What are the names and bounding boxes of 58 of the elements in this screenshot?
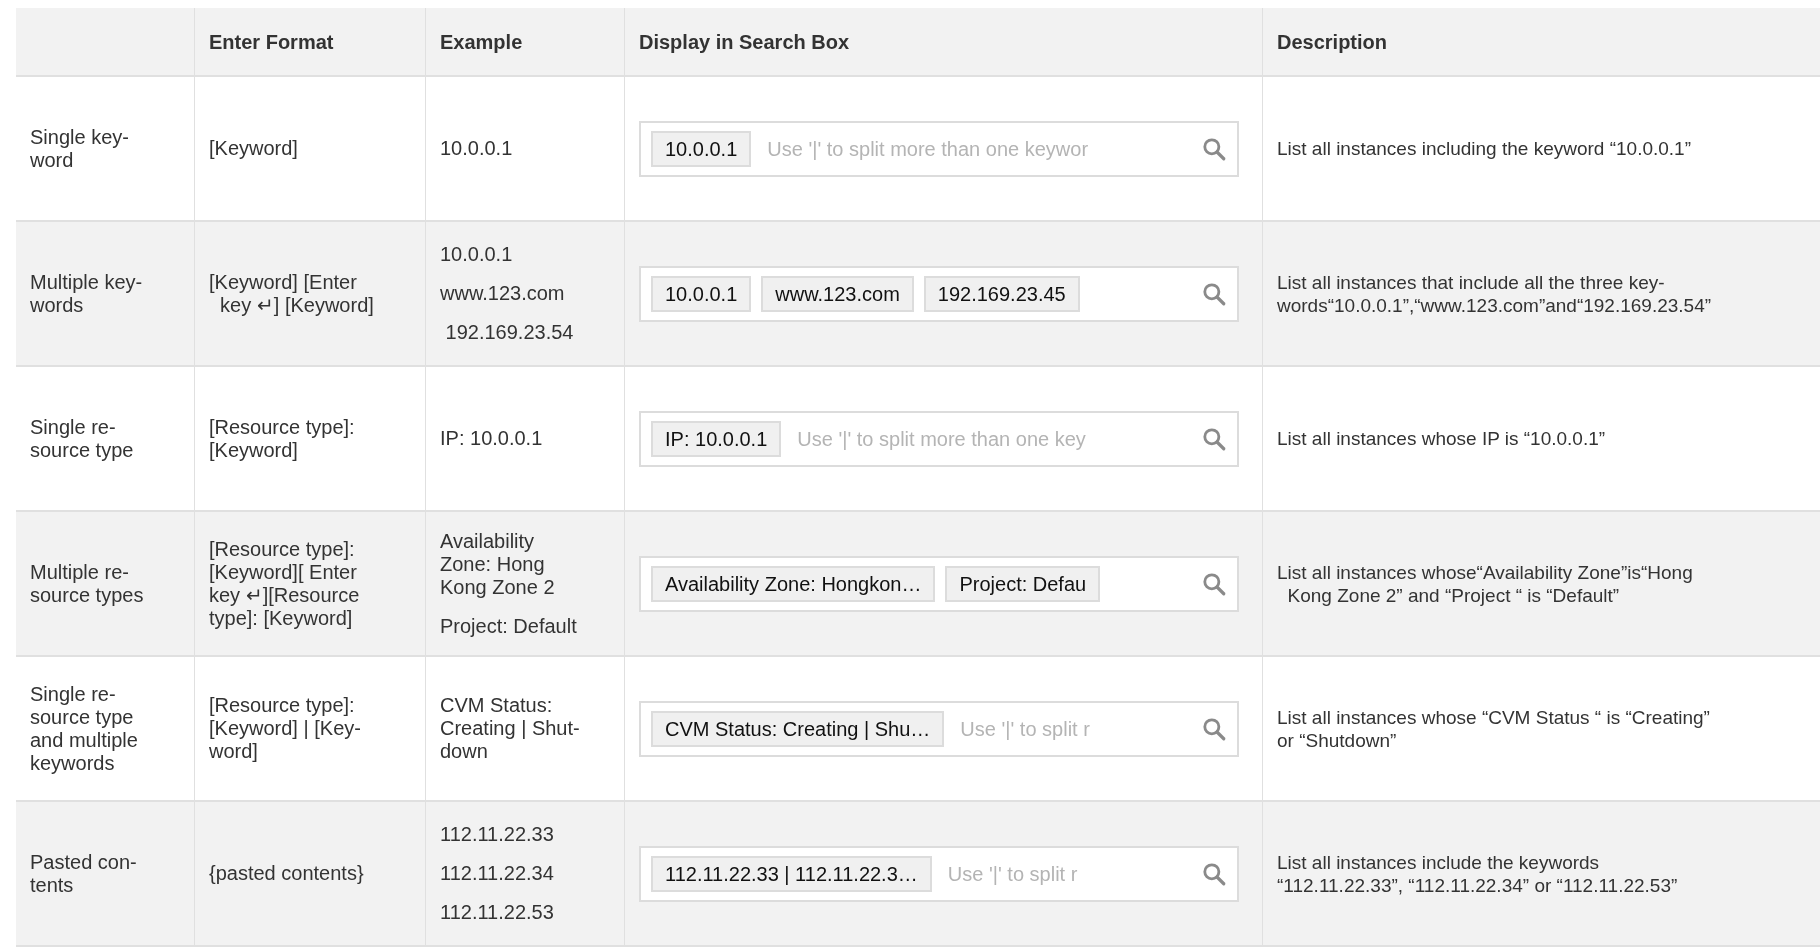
search-icon[interactable] xyxy=(1201,425,1227,452)
keyword-tag: CVM Status: Creating | Shu… xyxy=(651,710,945,747)
search-input[interactable]: Use '|' to split r xyxy=(947,858,1191,889)
table-cell: Project: Default xyxy=(440,614,577,638)
table-cell: Single re- source type xyxy=(30,415,134,462)
table-cell: Pasted con- tents xyxy=(30,850,137,897)
table-cell: www.123.com xyxy=(440,282,565,305)
search-icon[interactable] xyxy=(1201,280,1227,307)
keyword-tag: Project: Defau xyxy=(945,565,1101,602)
search-icon[interactable] xyxy=(1201,135,1227,162)
table-cell: List all instances whose“Availability Zone”is“Hong Kong Zone 2” and “Project “ is “Default” xyxy=(1277,560,1693,607)
search-field[interactable]: IP: 10.0.0.1 Use '|' to split more than one key xyxy=(639,410,1239,467)
search-field[interactable]: 112.11.22.33 | 112.11.22.3… Use '|' to split r xyxy=(639,845,1239,902)
table-cell: [Resource type]: [Keyword] xyxy=(209,415,355,462)
table-cell: Single key- word xyxy=(30,125,129,172)
table-cell: List all instances whose “CVM Status “ is “Creating” or “Shutdown” xyxy=(1277,705,1710,752)
keyword-tag: 10.0.0.1 xyxy=(651,130,752,167)
table-cell: 10.0.0.1 xyxy=(440,137,513,160)
keyword-tag: 10.0.0.1 xyxy=(651,275,752,312)
table-cell: 112.11.22.33 xyxy=(440,823,554,846)
keyword-tag: 192.169.23.45 xyxy=(923,275,1080,312)
table-cell: Multiple re- source types xyxy=(30,560,144,607)
table-cell: List all instances that include all the three key- words“10.0.0.1”,“www.123.com”and“192.169.23.54” xyxy=(1277,270,1712,317)
search-input[interactable]: Use '|' to split more than one keywor xyxy=(767,133,1191,164)
column-header: Display in Search Box xyxy=(639,29,850,55)
table-cell: [Resource type]: [Keyword][ Enter key ↵][Resource type]: [Keyword] xyxy=(209,537,360,630)
table-cell: 112.11.22.53 xyxy=(440,901,554,924)
search-field[interactable]: 10.0.0.1 www.123.com 192.169.23.45 xyxy=(639,265,1239,322)
keyword-tag: 112.11.22.33 | 112.11.22.3… xyxy=(651,855,932,892)
column-header: Enter Format xyxy=(209,29,334,55)
search-input[interactable]: Use '|' to split more than one key xyxy=(797,423,1191,454)
search-field[interactable]: Availability Zone: Hongkon… Project: Defau xyxy=(639,555,1239,612)
search-icon[interactable] xyxy=(1201,570,1227,597)
table-cell: {pasted contents} xyxy=(209,862,364,885)
table-cell: List all instances whose IP is “10.0.0.1” xyxy=(1277,427,1606,450)
table-cell-text: 192.169.23.54 xyxy=(444,321,574,344)
table-cell: IP: 10.0.0.1 xyxy=(440,427,543,450)
table-cell: 10.0.0.1 xyxy=(440,243,513,266)
table-cell: [Keyword] [Enter key ↵] [Keyword] xyxy=(209,270,374,317)
table-cell: CVM Status: Creating | Shut- down xyxy=(440,694,580,763)
table-cell: List all instances include the keywords “112.11.22.33”, “112.11.22.34” or “112.11.22.53” xyxy=(1277,850,1678,897)
search-icon[interactable] xyxy=(1201,860,1227,887)
keyword-tag: Availability Zone: Hongkon… xyxy=(651,565,936,602)
search-icon[interactable] xyxy=(1201,715,1227,742)
table-cell: 112.11.22.34 xyxy=(440,862,554,885)
search-input[interactable]: Use '|' to split r xyxy=(960,713,1191,744)
keyword-tag: IP: 10.0.0.1 xyxy=(651,420,782,457)
search-field[interactable]: CVM Status: Creating | Shu… Use '|' to split r xyxy=(639,700,1239,757)
search-field[interactable]: 10.0.0.1 Use '|' to split more than one keywor xyxy=(639,120,1239,177)
column-header: Description xyxy=(1277,29,1388,55)
column-header: Example xyxy=(440,29,523,55)
table-cell: List all instances including the keyword “10.0.0.1” xyxy=(1277,137,1691,160)
table-cell: Multiple key- words xyxy=(30,270,143,317)
table-cell: Single re- source type and multiple keywords xyxy=(30,682,138,775)
table-cell: Availability Zone: Hong Kong Zone 2 xyxy=(440,529,555,599)
table-cell: [Keyword] xyxy=(209,137,298,160)
table-cell: [Resource type]: [Keyword] | [Key- word] xyxy=(209,694,361,763)
keyword-tag: www.123.com xyxy=(761,275,914,312)
